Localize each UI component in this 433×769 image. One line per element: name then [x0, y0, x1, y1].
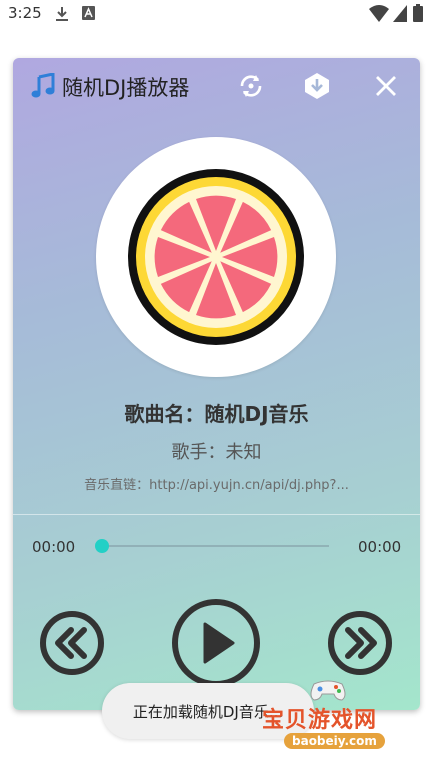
- download-icon: [56, 7, 68, 21]
- current-time: 00:00: [32, 538, 76, 556]
- progress-track[interactable]: [102, 545, 329, 547]
- signal-icon: [393, 5, 407, 22]
- player-card: 随机DJ播放器 歌曲名：随机DJ音乐 歌手：未知 音乐直链：http://api…: [13, 58, 420, 710]
- close-button[interactable]: [370, 70, 402, 102]
- grapefruit-icon: [128, 169, 304, 345]
- font-icon: [82, 6, 95, 20]
- next-button[interactable]: [327, 610, 393, 676]
- refresh-button[interactable]: [235, 70, 267, 102]
- watermark-text: 宝贝游戏网: [262, 708, 378, 733]
- download-button[interactable]: [301, 70, 333, 102]
- watermark-url: baobeiy.com: [284, 733, 385, 749]
- status-time: 3:25: [8, 4, 42, 22]
- divider: [13, 514, 420, 515]
- screen: 3:25 随机DJ播放器 歌曲名：随机DJ音乐 歌手：未知 音乐直链：http:…: [0, 0, 433, 769]
- progress-thumb[interactable]: [95, 539, 109, 553]
- status-bar: 3:25: [0, 0, 433, 30]
- previous-button[interactable]: [39, 610, 105, 676]
- music-note-icon: [31, 73, 55, 98]
- play-button[interactable]: [171, 598, 261, 688]
- artist-name: 歌手：未知: [171, 442, 262, 463]
- total-time: 00:00: [358, 538, 402, 556]
- battery-icon: [413, 4, 423, 22]
- watermark: 宝贝游戏网 baobeiy.com: [262, 676, 412, 756]
- song-title: 歌曲名：随机DJ音乐: [124, 402, 309, 426]
- gamepad-icon: [310, 680, 346, 701]
- album-art: [96, 137, 336, 377]
- wifi-icon: [369, 5, 389, 22]
- app-title: 随机DJ播放器: [62, 76, 190, 100]
- music-link[interactable]: 音乐直链：http://api.yujn.cn/api/dj.php?...: [13, 474, 420, 493]
- header: 随机DJ播放器: [13, 58, 420, 114]
